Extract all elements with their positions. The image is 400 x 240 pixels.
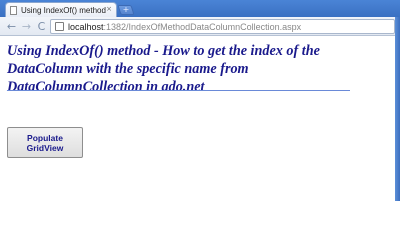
populate-gridview-button[interactable]: Populate GridView — [7, 127, 83, 158]
new-tab-button[interactable]: + — [117, 5, 135, 15]
window-border — [395, 17, 400, 201]
tab-title: Using IndexOf() method ... — [21, 5, 107, 15]
plus-icon: + — [122, 5, 130, 14]
reload-icon[interactable]: C — [35, 20, 48, 33]
url-path: :1382/IndexOfMethodDataColumnCollection.… — [103, 21, 302, 32]
page-icon — [10, 5, 17, 15]
back-arrow-icon[interactable]: ← — [5, 20, 18, 33]
page-title: Using IndexOf() method - How to get the … — [7, 43, 320, 95]
tab-strip: Using IndexOf() method ... × + — [0, 0, 400, 17]
browser-toolbar: ← → C localhost:1382/IndexOfMethodDataCo… — [0, 17, 400, 36]
browser-tab[interactable]: Using IndexOf() method ... × — [5, 2, 117, 17]
url-host: localhost — [68, 21, 104, 32]
close-tab-icon[interactable]: × — [106, 5, 112, 13]
address-bar[interactable]: localhost:1382/IndexOfMethodDataColumnCo… — [50, 19, 395, 34]
page-info-icon[interactable] — [55, 22, 64, 31]
forward-arrow-icon[interactable]: → — [20, 20, 33, 33]
horizontal-rule — [7, 90, 350, 91]
